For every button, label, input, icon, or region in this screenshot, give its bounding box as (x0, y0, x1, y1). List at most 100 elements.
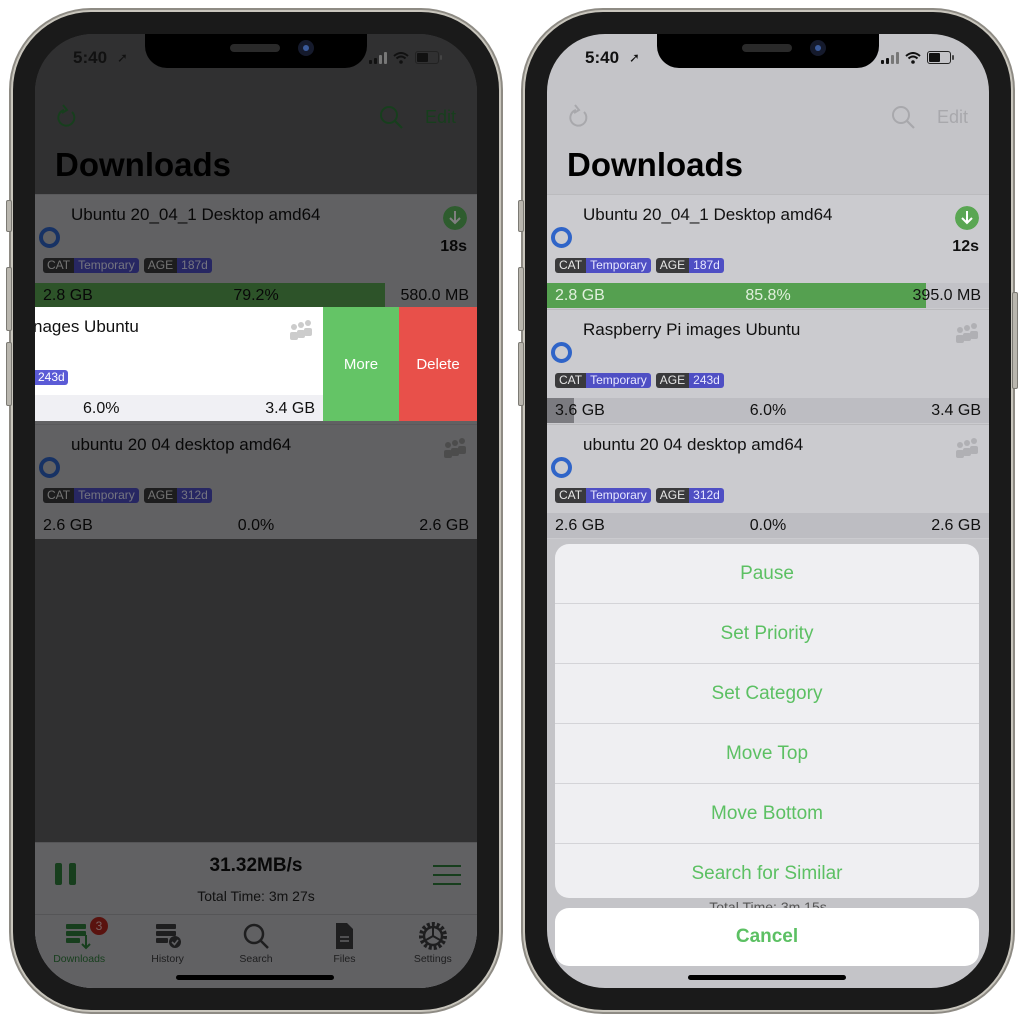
status-bar: 5:40 ➚ (35, 48, 477, 72)
progress-percent: 6.0% (83, 400, 120, 417)
tab-label: Settings (413, 953, 452, 965)
action-sheet: Pause Set Priority Set Category Move Top… (555, 544, 979, 898)
age-tag: 243d (35, 370, 68, 385)
edit-button[interactable]: Edit (937, 107, 968, 128)
tab-settings[interactable]: Settings (389, 915, 477, 988)
screen-right: 5:40 ➚ Edit Downloads Ubuntu 20_04_1 Des… (547, 34, 989, 988)
remaining-size: 395.0 MB (912, 287, 981, 304)
wifi-icon (905, 51, 921, 64)
download-name: ubuntu 20 04 desktop amd64 (583, 435, 804, 454)
remaining-size: 580.0 MB (400, 287, 469, 304)
battery-icon (927, 51, 954, 64)
nav-bar: Edit (547, 104, 989, 134)
speed-bar: 31.32MB/s Total Time: 3m 27s (35, 842, 477, 915)
volume-up-button (518, 267, 524, 331)
download-row[interactable]: Ubuntu 20_04_1 Desktop amd64 18s CAT Temp… (35, 194, 477, 309)
peers-icon (956, 438, 978, 458)
download-name: Raspberry Pi images Ubuntu (583, 320, 801, 339)
tab-label: Downloads (53, 953, 106, 965)
refresh-icon[interactable] (55, 104, 79, 130)
download-name: ubuntu 20 04 desktop amd64 (71, 435, 292, 454)
eta-label: 12s (952, 238, 979, 255)
remaining-size: 2.6 GB (419, 517, 469, 534)
page-title: Downloads (567, 146, 744, 183)
peers-icon (290, 320, 312, 340)
more-button[interactable]: More (323, 307, 399, 421)
menu-icon[interactable] (433, 865, 461, 885)
progress-percent: 6.0% (749, 402, 787, 419)
battery-icon (415, 51, 442, 64)
file-icon (336, 923, 354, 949)
tab-downloads[interactable]: 3 Downloads (35, 915, 123, 988)
volume-up-button (6, 267, 12, 331)
category-tag: CAT Temporary (555, 373, 651, 388)
download-row[interactable]: ubuntu 20 04 desktop amd64 CAT Temporary … (35, 424, 477, 539)
download-row[interactable]: Ubuntu 20_04_1 Desktop amd64 12s CAT Temp… (547, 194, 989, 309)
volume-down-button (6, 342, 12, 406)
signal-icon (881, 51, 899, 64)
nav-bar: Edit (35, 104, 477, 134)
phone-frame-left: 5:40 ➚ Edit Downloads Ubuntu 20_04_1 Des… (6, 12, 499, 1010)
download-arrow-icon (443, 206, 467, 230)
action-move-bottom[interactable]: Move Bottom (555, 784, 979, 844)
download-arrow-icon (955, 206, 979, 230)
swiped-download-row[interactable]: nages Ubuntu 243d 6.0% 3.4 GB More Delet… (35, 307, 477, 421)
action-pause[interactable]: Pause (555, 544, 979, 604)
peers-icon (444, 438, 466, 458)
category-tag: CAT Temporary (43, 488, 139, 503)
action-search-similar[interactable]: Search for Similar (555, 844, 979, 898)
edit-button[interactable]: Edit (425, 107, 456, 128)
tab-label: History (151, 953, 184, 965)
refresh-icon[interactable] (567, 104, 591, 130)
search-icon[interactable] (891, 105, 915, 129)
downloads-list: Ubuntu 20_04_1 Desktop amd64 12s CAT Temp… (547, 194, 989, 539)
progress-bar: 2.6 GB 0.0% 2.6 GB (35, 513, 477, 538)
wifi-icon (393, 51, 409, 64)
download-row[interactable]: ubuntu 20 04 desktop amd64 CAT Temporary … (547, 424, 989, 539)
home-indicator[interactable] (688, 975, 846, 980)
action-set-category[interactable]: Set Category (555, 664, 979, 724)
age-tag: AGE 187d (655, 258, 724, 273)
tab-label: Search (239, 953, 273, 965)
select-radio[interactable] (551, 342, 572, 363)
action-move-top[interactable]: Move Top (555, 724, 979, 784)
progress-bar: 3.6 GB 6.0% 3.4 GB (547, 398, 989, 423)
select-radio[interactable] (551, 227, 572, 248)
volume-down-button (518, 342, 524, 406)
cancel-button[interactable]: Cancel (555, 908, 979, 966)
status-bar: 5:40 ➚ (547, 48, 989, 72)
action-set-priority[interactable]: Set Priority (555, 604, 979, 664)
remaining-size: 3.4 GB (931, 402, 981, 419)
progress-bar: 2.8 GB 79.2% 580.0 MB (35, 283, 477, 308)
progress-percent: 0.0% (749, 517, 787, 534)
mute-switch (518, 200, 524, 232)
select-radio[interactable] (39, 457, 60, 478)
select-radio[interactable] (551, 457, 572, 478)
age-tag: AGE 243d (655, 373, 724, 388)
age-tag: AGE 312d (143, 488, 212, 503)
download-speed: 31.32MB/s (209, 855, 303, 876)
location-arrow-icon: ➚ (629, 50, 640, 65)
total-time: Total Time: 3m 27s (197, 888, 315, 904)
age-tag: AGE 312d (655, 488, 724, 503)
phone-frame-right: 5:40 ➚ Edit Downloads Ubuntu 20_04_1 Des… (518, 12, 1018, 1010)
download-name: Ubuntu 20_04_1 Desktop amd64 (583, 205, 833, 224)
tab-label: Files (333, 953, 356, 965)
download-name: nages Ubuntu (35, 317, 139, 336)
select-radio[interactable] (39, 227, 60, 248)
download-row[interactable]: Raspberry Pi images Ubuntu CAT Temporary … (547, 309, 989, 424)
screen-left: 5:40 ➚ Edit Downloads Ubuntu 20_04_1 Des… (35, 34, 477, 988)
progress-bar: 2.8 GB 85.8% 395.0 MB (547, 283, 989, 308)
eta-label: 18s (440, 238, 467, 255)
history-icon (155, 924, 181, 948)
progress-percent: 0.0% (237, 517, 275, 534)
home-indicator[interactable] (176, 975, 334, 980)
age-tag: AGE 187d (143, 258, 212, 273)
location-arrow-icon: ➚ (117, 50, 128, 65)
delete-button[interactable]: Delete (399, 307, 477, 421)
download-name: Ubuntu 20_04_1 Desktop amd64 (71, 205, 321, 224)
gear-icon (418, 922, 447, 950)
downloads-badge: 3 (90, 917, 108, 935)
status-time: 5:40 (73, 48, 108, 67)
search-icon[interactable] (379, 105, 403, 129)
